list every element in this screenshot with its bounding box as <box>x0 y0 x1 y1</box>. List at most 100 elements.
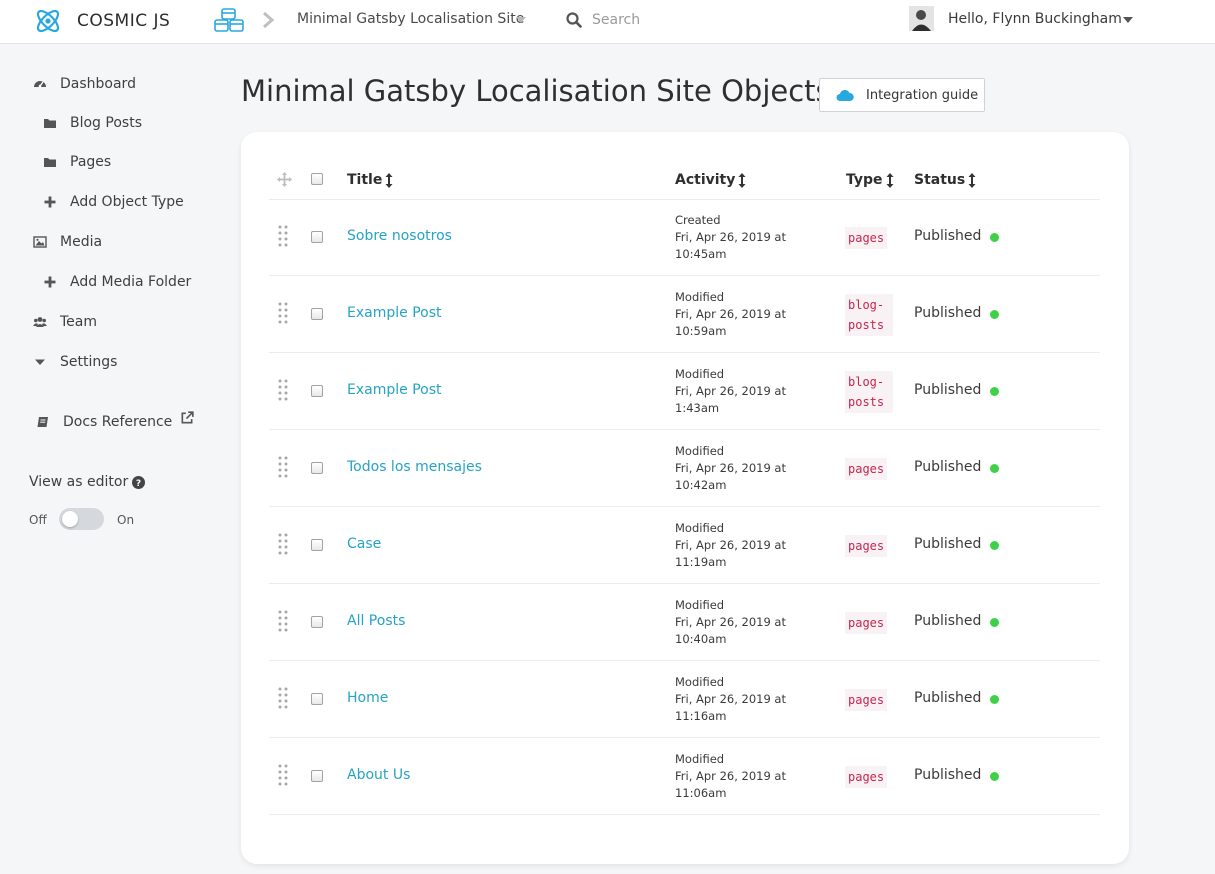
activity-cell: Created Fri, Apr 26, 2019 at 10:45am <box>675 213 786 261</box>
object-title-link[interactable]: All Posts <box>347 613 405 629</box>
page-title: Minimal Gatsby Localisation Site Objects <box>241 74 831 108</box>
brand-logo[interactable]: COSMIC JS <box>33 6 170 36</box>
sidebar-item-add-media-folder[interactable]: Add Media Folder <box>43 274 191 290</box>
cosmic-logo-icon <box>36 9 60 33</box>
caret-down-icon[interactable] <box>1123 17 1133 23</box>
type-cell: pages <box>845 661 888 738</box>
table-row[interactable]: Example Post Modified Fri, Apr 26, 2019 a… <box>269 353 1100 430</box>
toggle-off-label: Off <box>29 513 47 527</box>
sidebar-item-blog-posts[interactable]: Blog Posts <box>43 115 142 131</box>
avatar[interactable] <box>909 6 934 31</box>
row-checkbox[interactable] <box>311 308 323 320</box>
table-row[interactable]: Case Modified Fri, Apr 26, 2019 at 11:19am… <box>269 507 1100 584</box>
dashboard-icon <box>34 81 46 88</box>
view-as-editor-toggle[interactable] <box>59 508 104 530</box>
activity-cell: Modified Fri, Apr 26, 2019 at 10:40am <box>675 598 786 646</box>
column-header-title[interactable]: Title <box>347 172 393 188</box>
row-checkbox[interactable] <box>311 462 323 474</box>
status-text: Published <box>914 767 982 783</box>
sort-icon <box>968 172 976 188</box>
published-status-dot <box>990 387 999 396</box>
type-badge: pages <box>845 611 888 634</box>
type-badge: pages <box>845 765 888 788</box>
external-link-icon <box>181 411 194 424</box>
row-checkbox[interactable] <box>311 385 323 397</box>
folder-icon <box>44 158 56 167</box>
status-text: Published <box>914 305 982 321</box>
search-input[interactable] <box>592 9 792 31</box>
drag-handle-icon[interactable] <box>277 609 289 633</box>
sidebar-item-docs-reference[interactable]: Docs Reference <box>36 411 207 430</box>
table-row[interactable]: Todos los mensajes Modified Fri, Apr 26, … <box>269 430 1100 507</box>
object-title-link[interactable]: Case <box>347 536 381 552</box>
drag-handle-icon[interactable] <box>277 301 289 325</box>
object-title-link[interactable]: Example Post <box>347 305 441 321</box>
published-status-dot <box>990 541 999 550</box>
search-icon[interactable] <box>566 12 582 28</box>
sort-icon <box>886 172 894 188</box>
type-cell: pages <box>845 507 888 584</box>
object-title-link[interactable]: Home <box>347 690 388 706</box>
table-row[interactable]: About Us Modified Fri, Apr 26, 2019 at 11:… <box>269 738 1100 815</box>
sidebar-item-add-object-type[interactable]: Add Object Type <box>43 194 184 210</box>
team-icon <box>33 317 47 327</box>
drag-handle-icon[interactable] <box>277 455 289 479</box>
column-header-status[interactable]: Status <box>914 172 976 188</box>
type-badge: pages <box>845 457 888 480</box>
row-checkbox[interactable] <box>311 616 323 628</box>
sidebar-item-settings[interactable]: Settings <box>33 354 117 370</box>
bucket-selector[interactable]: Minimal Gatsby Localisation Site <box>297 11 524 27</box>
type-cell: blog-posts <box>845 353 893 430</box>
image-icon <box>33 236 47 248</box>
activity-cell: Modified Fri, Apr 26, 2019 at 1:43am <box>675 367 786 415</box>
drag-handle-icon[interactable] <box>277 763 289 787</box>
table-row[interactable]: Home Modified Fri, Apr 26, 2019 at 11:16am… <box>269 661 1100 738</box>
object-title-link[interactable]: About Us <box>347 767 410 783</box>
drag-handle-icon[interactable] <box>277 686 289 710</box>
type-badge: blog-posts <box>845 293 893 336</box>
row-checkbox[interactable] <box>311 231 323 243</box>
drag-handle-icon[interactable] <box>277 532 289 556</box>
object-title-link[interactable]: Sobre nosotros <box>347 228 452 244</box>
drag-handle-icon[interactable] <box>277 378 289 402</box>
row-checkbox[interactable] <box>311 539 323 551</box>
type-cell: pages <box>845 430 888 507</box>
user-menu[interactable]: Hello, Flynn Buckingham <box>948 11 1122 27</box>
column-header-activity[interactable]: Activity <box>675 172 746 188</box>
object-title-link[interactable]: Todos los mensajes <box>347 459 482 475</box>
type-badge: pages <box>845 688 888 711</box>
select-all-checkbox[interactable] <box>311 173 323 185</box>
sidebar-item-pages[interactable]: Pages <box>43 154 111 170</box>
published-status-dot <box>990 310 999 319</box>
type-badge: blog-posts <box>845 370 893 413</box>
integration-guide-button[interactable]: Integration guide <box>819 78 985 112</box>
sort-icon <box>385 172 393 188</box>
move-icon <box>277 172 292 187</box>
toggle-on-label: On <box>117 513 135 527</box>
top-bar: COSMIC JS Minimal Gatsby Localisation Si… <box>0 0 1215 44</box>
svg-text:?: ? <box>136 479 141 489</box>
table-row[interactable]: Sobre nosotros Created Fri, Apr 26, 2019 … <box>269 199 1100 276</box>
activity-cell: Modified Fri, Apr 26, 2019 at 11:06am <box>675 752 786 800</box>
row-checkbox[interactable] <box>311 770 323 782</box>
object-title-link[interactable]: Example Post <box>347 382 441 398</box>
chevron-right-icon <box>263 11 275 29</box>
table-row[interactable]: All Posts Modified Fri, Apr 26, 2019 at 10… <box>269 584 1100 661</box>
type-cell: blog-posts <box>845 276 893 353</box>
buckets-icon[interactable] <box>213 7 245 33</box>
status-text: Published <box>914 536 982 552</box>
sidebar-item-dashboard[interactable]: Dashboard <box>33 76 136 92</box>
column-header-type[interactable]: Type <box>846 172 894 188</box>
row-checkbox[interactable] <box>311 693 323 705</box>
type-badge: pages <box>845 534 888 557</box>
cloud-icon <box>836 89 854 101</box>
status-text: Published <box>914 228 982 244</box>
published-status-dot <box>990 618 999 627</box>
help-icon[interactable]: ? <box>132 476 145 489</box>
caret-down-icon[interactable] <box>516 17 526 23</box>
table-row[interactable]: Example Post Modified Fri, Apr 26, 2019 a… <box>269 276 1100 353</box>
sidebar-item-media[interactable]: Media <box>33 234 102 250</box>
sidebar-item-team[interactable]: Team <box>33 314 97 330</box>
drag-handle-icon[interactable] <box>277 224 289 248</box>
published-status-dot <box>990 464 999 473</box>
